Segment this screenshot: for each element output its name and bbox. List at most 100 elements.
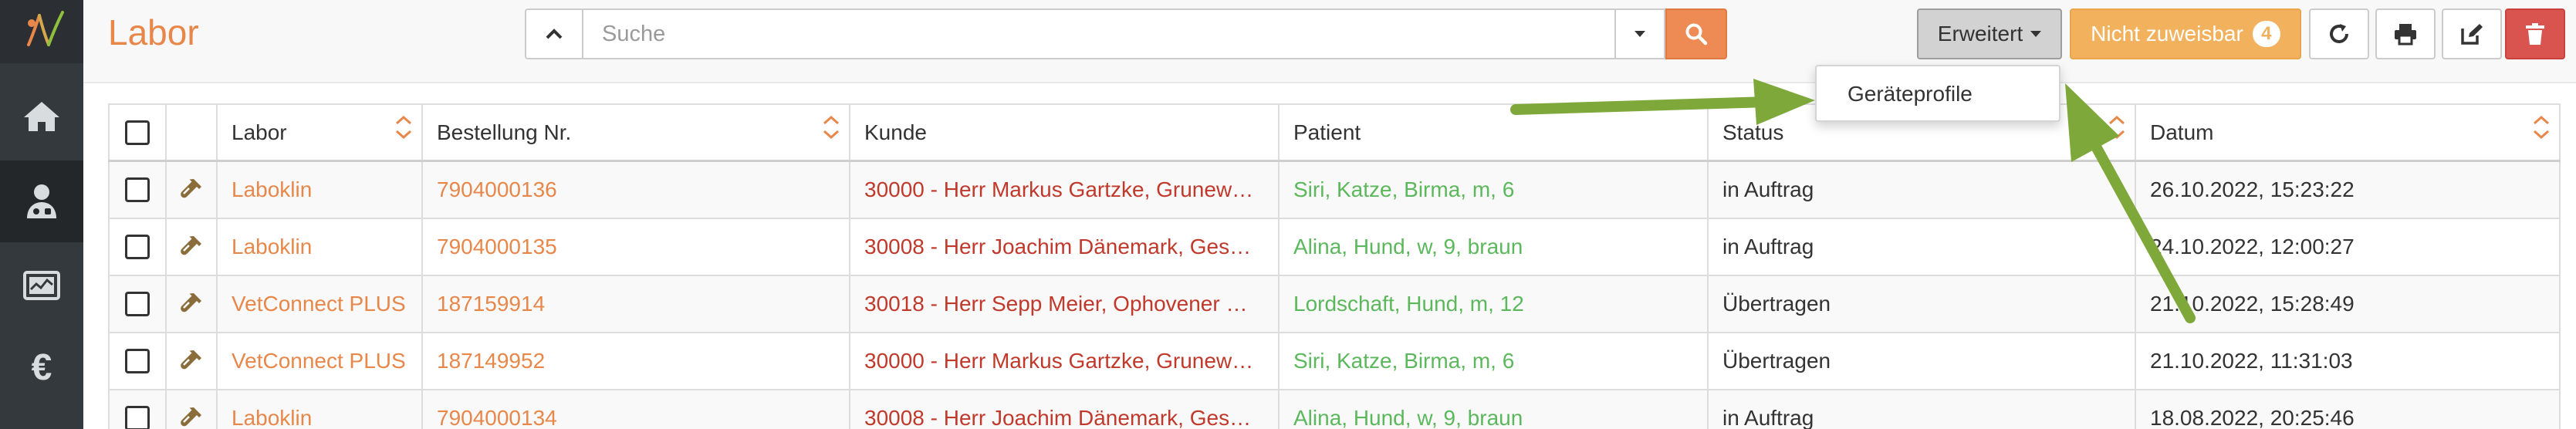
kunde-link[interactable]: 30008 - Herr Joachim Dänemark, Gesch... xyxy=(864,235,1255,259)
datum-cell: 24.10.2022, 12:00:27 xyxy=(2135,219,2561,275)
euro-icon: € xyxy=(31,347,52,388)
datum-cell: 21.10.2022, 11:31:03 xyxy=(2135,333,2561,389)
labor-cell[interactable]: VetConnect PLUS xyxy=(216,333,421,389)
erweitert-button[interactable]: Erweitert xyxy=(1917,8,2062,59)
order-number-cell[interactable]: 187159914 xyxy=(421,276,849,332)
column-header-label: Kunde xyxy=(864,120,927,144)
print-icon xyxy=(2395,24,2416,46)
chevron-up-icon xyxy=(546,29,563,39)
column-header-order[interactable]: Bestellung Nr. xyxy=(421,105,849,160)
sidebar: € xyxy=(0,0,83,429)
column-header-labor[interactable]: Labor xyxy=(216,105,421,160)
erweitert-label: Erweitert xyxy=(1937,22,2023,46)
kunde-cell[interactable]: 30008 - Herr Joachim Dänemark, Gesch... xyxy=(849,219,1278,275)
kunde-cell[interactable]: 30018 - Herr Sepp Meier, Ophovener Str..… xyxy=(849,276,1278,332)
search-options-button[interactable] xyxy=(1614,8,1665,59)
datum-cell: 21.10.2022, 15:28:49 xyxy=(2135,276,2561,332)
table-row[interactable]: Laboklin 7904000134 30008 - Herr Joachim… xyxy=(108,390,2561,429)
patient-cell[interactable]: Alina, Hund, w, 9, braun xyxy=(1278,390,1707,429)
sort-icon xyxy=(395,116,412,139)
order-number-cell[interactable]: 7904000135 xyxy=(421,219,849,275)
status-cell: in Auftrag xyxy=(1707,390,2135,429)
patient-cell[interactable]: Lordschaft, Hund, m, 12 xyxy=(1278,276,1707,332)
row-icon-cell xyxy=(165,390,216,429)
nav-item-finance[interactable]: € xyxy=(0,327,83,409)
unassignable-button[interactable]: Nicht zuweisbar 4 xyxy=(2070,8,2301,59)
datum-cell: 26.10.2022, 15:23:22 xyxy=(2135,162,2561,218)
test-tube-icon[interactable] xyxy=(180,177,203,202)
column-header-patient[interactable]: Patient xyxy=(1278,105,1707,160)
labor-cell[interactable]: Laboklin xyxy=(216,219,421,275)
patient-cell[interactable]: Alina, Hund, w, 9, braun xyxy=(1278,219,1707,275)
row-checkbox[interactable] xyxy=(125,349,150,373)
sort-icon xyxy=(823,116,840,139)
doctor-icon xyxy=(27,184,56,218)
header-select-all xyxy=(108,105,165,160)
column-header-datum[interactable]: Datum xyxy=(2135,105,2561,160)
edit-button[interactable] xyxy=(2442,8,2502,59)
patient-cell[interactable]: Siri, Katze, Birma, m, 6 xyxy=(1278,333,1707,389)
collapse-button[interactable] xyxy=(525,8,583,59)
column-header-kunde[interactable]: Kunde xyxy=(849,105,1278,160)
refresh-icon xyxy=(2330,24,2348,43)
nav-item-staff[interactable] xyxy=(0,160,83,242)
row-checkbox[interactable] xyxy=(125,406,150,429)
row-icon-cell xyxy=(165,219,216,275)
nav-item-home[interactable] xyxy=(0,76,83,157)
select-all-checkbox[interactable] xyxy=(125,120,150,145)
row-icon-cell xyxy=(165,333,216,389)
search-input[interactable] xyxy=(583,8,1614,59)
menu-item-geraeteprofile[interactable]: Geräteprofile xyxy=(1847,80,1973,108)
row-checkbox[interactable] xyxy=(125,177,150,202)
patient-cell[interactable]: Siri, Katze, Birma, m, 6 xyxy=(1278,162,1707,218)
table-row[interactable]: Laboklin 7904000136 30000 - Herr Markus … xyxy=(108,162,2561,219)
test-tube-icon[interactable] xyxy=(180,235,203,259)
row-select-cell xyxy=(108,162,165,218)
row-icon-cell xyxy=(165,162,216,218)
labor-cell[interactable]: Laboklin xyxy=(216,162,421,218)
refresh-button[interactable] xyxy=(2309,8,2369,59)
header-icon-col xyxy=(165,105,216,160)
erweitert-dropdown: Geräteprofile xyxy=(1815,65,2060,122)
search-button[interactable] xyxy=(1665,8,1727,59)
caret-down-icon xyxy=(1635,31,1645,37)
order-number-cell[interactable]: 187149952 xyxy=(421,333,849,389)
row-select-cell xyxy=(108,276,165,332)
status-cell: Übertragen xyxy=(1707,333,2135,389)
kunde-link[interactable]: 30008 - Herr Joachim Dänemark, Gesch... xyxy=(864,406,1255,429)
kunde-cell[interactable]: 30000 - Herr Markus Gartzke, Grunewal... xyxy=(849,333,1278,389)
table-row[interactable]: VetConnect PLUS 187149952 30000 - Herr M… xyxy=(108,333,2561,390)
kunde-cell[interactable]: 30008 - Herr Joachim Dänemark, Gesch... xyxy=(849,390,1278,429)
page-title: Labor xyxy=(108,12,199,52)
kunde-link[interactable]: 30000 - Herr Markus Gartzke, Grunewal... xyxy=(864,349,1255,373)
row-checkbox[interactable] xyxy=(125,235,150,259)
order-number-cell[interactable]: 7904000134 xyxy=(421,390,849,429)
kunde-link[interactable]: 30018 - Herr Sepp Meier, Ophovener Str..… xyxy=(864,292,1255,316)
test-tube-icon[interactable] xyxy=(180,292,203,316)
delete-button[interactable] xyxy=(2505,8,2565,59)
lab-orders-table: Labor Bestellung Nr. Kunde Patient Statu… xyxy=(108,103,2561,429)
column-header-label: Bestellung Nr. xyxy=(437,120,572,144)
sort-icon xyxy=(2533,116,2550,139)
nav-item-monitor[interactable] xyxy=(0,245,83,327)
row-select-cell xyxy=(108,390,165,429)
test-tube-icon[interactable] xyxy=(180,349,203,373)
column-header-label: Patient xyxy=(1293,120,1361,144)
row-checkbox[interactable] xyxy=(125,292,150,316)
table-row[interactable]: Laboklin 7904000135 30008 - Herr Joachim… xyxy=(108,219,2561,276)
kunde-cell[interactable]: 30000 - Herr Markus Gartzke, Grunewal... xyxy=(849,162,1278,218)
order-number-cell[interactable]: 7904000136 xyxy=(421,162,849,218)
status-cell: Übertragen xyxy=(1707,276,2135,332)
caret-down-icon xyxy=(2030,31,2042,37)
sort-icon xyxy=(2108,116,2125,139)
search-icon xyxy=(1685,23,1708,46)
print-button[interactable] xyxy=(2375,8,2436,59)
test-tube-icon[interactable] xyxy=(180,406,203,429)
table-row[interactable]: VetConnect PLUS 187159914 30018 - Herr S… xyxy=(108,276,2561,333)
logo[interactable] xyxy=(0,0,83,63)
labor-cell[interactable]: VetConnect PLUS xyxy=(216,276,421,332)
kunde-link[interactable]: 30000 - Herr Markus Gartzke, Grunewal... xyxy=(864,177,1255,202)
labor-cell[interactable]: Laboklin xyxy=(216,390,421,429)
row-select-cell xyxy=(108,219,165,275)
table-header-row: Labor Bestellung Nr. Kunde Patient Statu… xyxy=(108,105,2561,162)
